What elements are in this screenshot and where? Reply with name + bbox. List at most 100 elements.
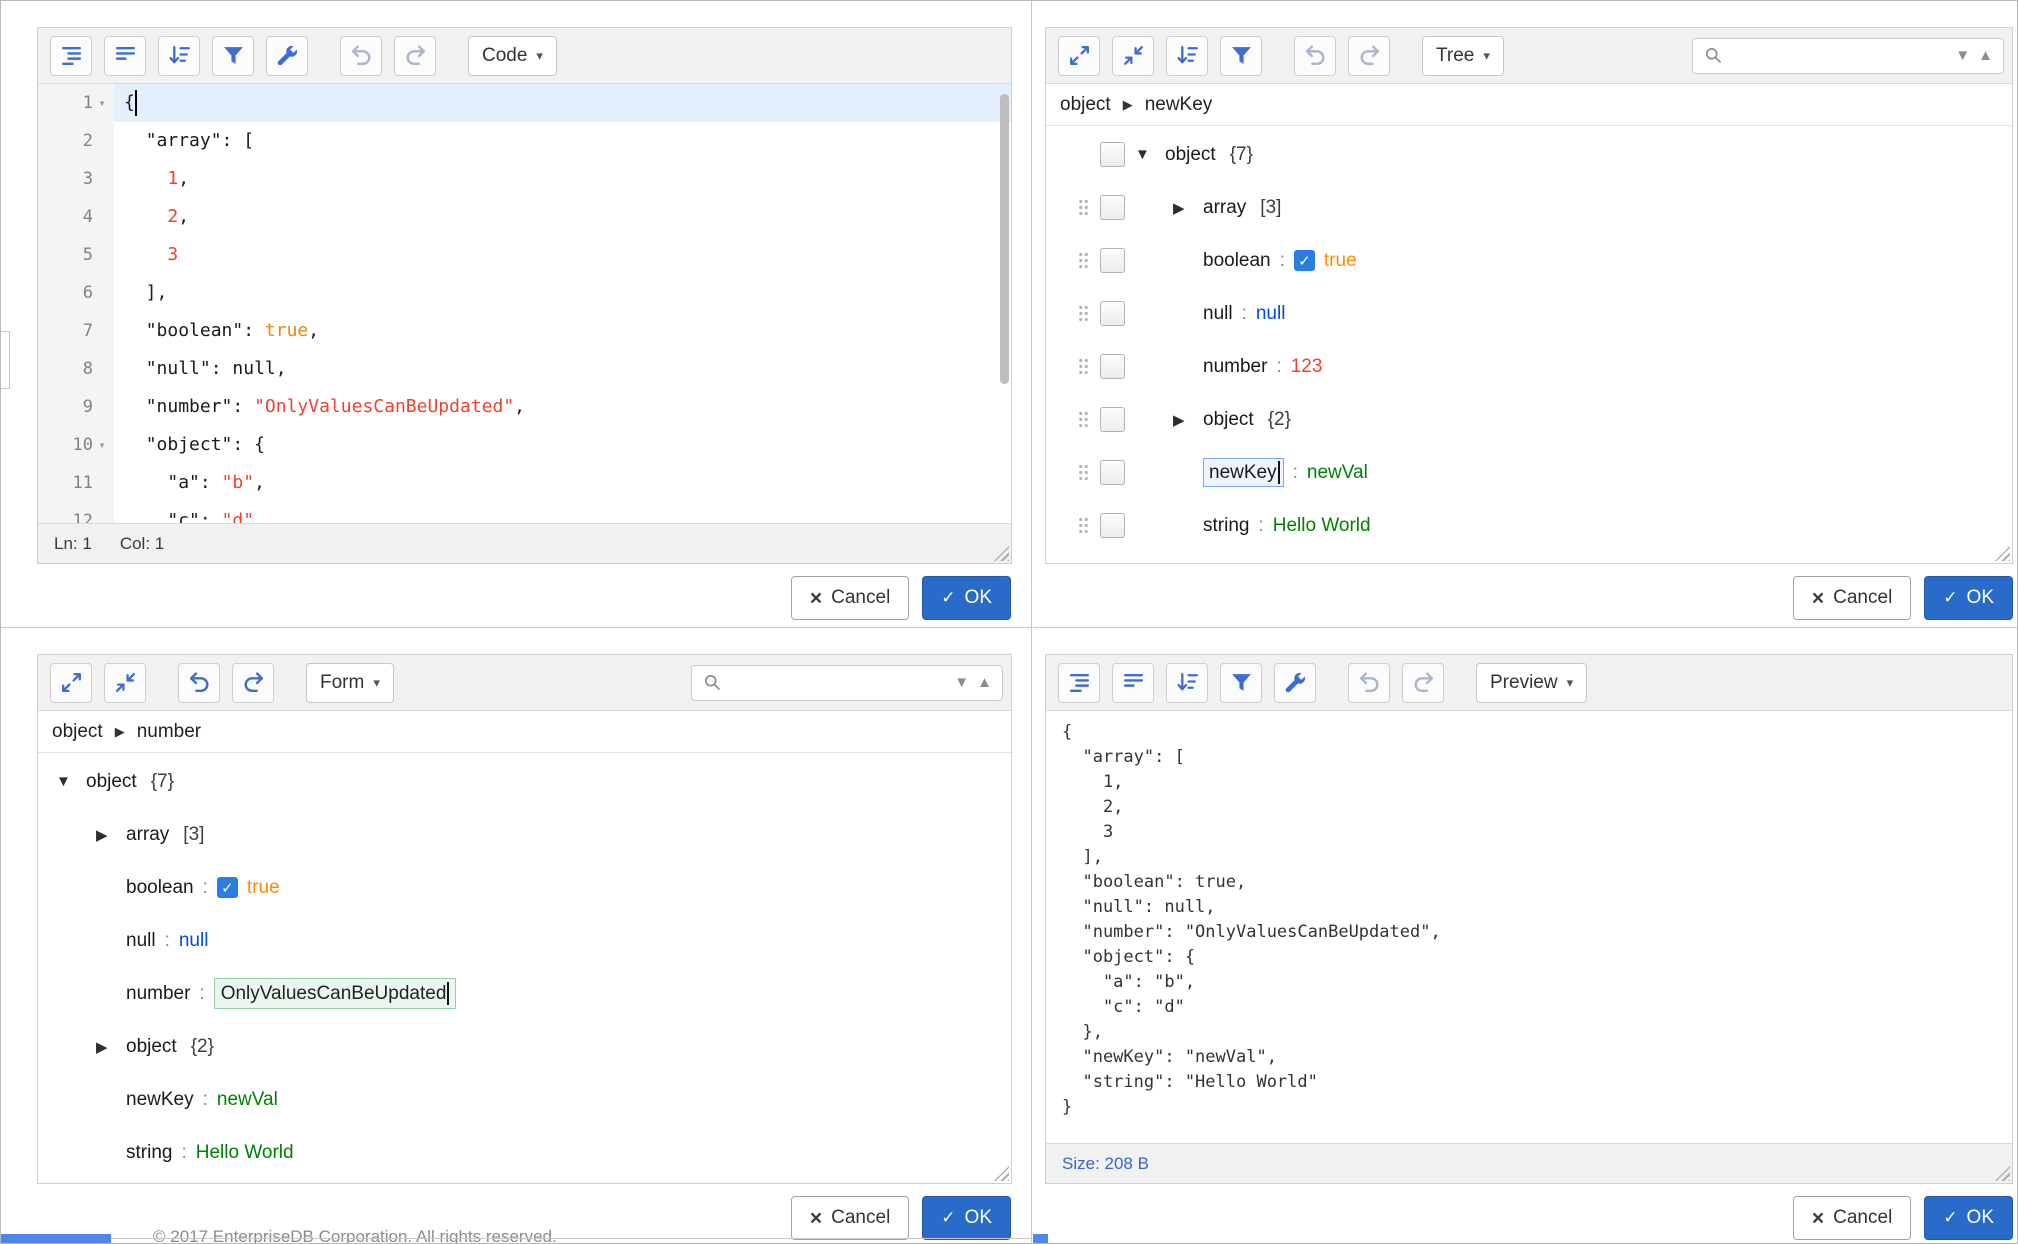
checkbox-checked[interactable]: ✓ — [1294, 250, 1315, 271]
node-value[interactable]: true — [1324, 250, 1357, 272]
repair-button[interactable] — [1274, 663, 1316, 703]
node-field[interactable]: object — [86, 771, 137, 793]
node-field[interactable]: object — [1203, 409, 1254, 431]
drag-handle-icon[interactable] — [1068, 463, 1098, 482]
field-edit-box[interactable]: newKey — [1203, 458, 1284, 487]
vertical-scrollbar[interactable] — [998, 84, 1011, 523]
compact-button[interactable] — [1112, 663, 1154, 703]
format-button[interactable] — [1058, 663, 1100, 703]
node-menu-button[interactable] — [1100, 248, 1125, 273]
node-menu-button[interactable] — [1100, 407, 1125, 432]
collapse-all-button[interactable] — [104, 663, 146, 703]
undo-button[interactable] — [340, 36, 382, 76]
node-field[interactable]: array — [126, 824, 169, 846]
code-line[interactable]: "a": "b", — [114, 464, 1011, 502]
node-menu-button[interactable] — [1100, 460, 1125, 485]
code-line[interactable]: "c": "d" — [114, 502, 1011, 523]
drag-handle-icon[interactable] — [1068, 357, 1098, 376]
drag-handle-icon[interactable] — [1068, 304, 1098, 323]
cancel-button[interactable]: ×Cancel — [1793, 1196, 1911, 1240]
drag-handle-icon[interactable] — [1068, 516, 1098, 535]
redo-button[interactable] — [394, 36, 436, 76]
collapse-all-button[interactable] — [1112, 36, 1154, 76]
sort-button[interactable] — [158, 36, 200, 76]
breadcrumb-current[interactable]: number — [137, 721, 201, 743]
sort-button[interactable] — [1166, 36, 1208, 76]
node-field[interactable]: newKey — [1209, 462, 1277, 484]
node-field[interactable]: object — [1165, 144, 1216, 166]
expand-all-button[interactable] — [1058, 36, 1100, 76]
sort-button[interactable] — [1166, 663, 1208, 703]
node-field[interactable]: null — [1203, 303, 1233, 325]
filter-button[interactable] — [1220, 663, 1262, 703]
fold-caret-icon[interactable]: ▾ — [95, 84, 109, 122]
fold-caret-icon[interactable]: ▾ — [95, 426, 109, 464]
code-line[interactable]: 3 — [114, 236, 1011, 274]
compact-button[interactable] — [104, 36, 146, 76]
mode-dropdown-preview[interactable]: Preview ▾ — [1476, 663, 1587, 703]
checkbox-checked[interactable]: ✓ — [217, 877, 238, 898]
node-field[interactable]: number — [126, 983, 190, 1005]
ok-button[interactable]: ✓OK — [1924, 576, 2013, 620]
node-field[interactable]: array — [1203, 197, 1246, 219]
node-menu-button[interactable] — [1100, 195, 1125, 220]
node-menu-button[interactable] — [1100, 142, 1125, 167]
undo-button[interactable] — [178, 663, 220, 703]
search-input[interactable] — [1732, 46, 1947, 66]
ok-button[interactable]: ✓OK — [922, 576, 1011, 620]
ok-button[interactable]: ✓OK — [922, 1196, 1011, 1240]
node-value[interactable]: true — [247, 877, 280, 899]
breadcrumb-root[interactable]: object — [1060, 94, 1111, 116]
breadcrumb-current[interactable]: newKey — [1145, 94, 1213, 116]
node-value[interactable]: 123 — [1291, 356, 1323, 378]
code-line[interactable]: "array": [ — [114, 122, 1011, 160]
node-field[interactable]: object — [126, 1036, 177, 1058]
cancel-button[interactable]: ×Cancel — [1793, 576, 1911, 620]
undo-button[interactable] — [1294, 36, 1336, 76]
node-value[interactable]: OnlyValuesCanBeUpdated — [221, 983, 447, 1005]
search-input[interactable] — [731, 673, 946, 693]
scrollbar-thumb[interactable] — [1000, 94, 1009, 384]
breadcrumb-root[interactable]: object — [52, 721, 103, 743]
search-prev-icon[interactable]: ▲ — [1978, 48, 1993, 63]
collapse-triangle-icon[interactable]: ▼ — [52, 773, 86, 790]
node-field[interactable]: newKey — [126, 1089, 194, 1111]
expand-triangle-icon[interactable]: ▶ — [1169, 199, 1203, 217]
mode-dropdown-code[interactable]: Code ▾ — [468, 36, 557, 76]
format-button[interactable] — [50, 36, 92, 76]
node-field[interactable]: number — [1203, 356, 1267, 378]
drag-handle-icon[interactable] — [1068, 251, 1098, 270]
preview-content[interactable]: { "array": [ 1, 2, 3 ], "boolean": true,… — [1046, 711, 2012, 1143]
node-field[interactable]: string — [1203, 515, 1249, 537]
code-line[interactable]: "object": { — [114, 426, 1011, 464]
collapse-triangle-icon[interactable]: ▼ — [1131, 146, 1165, 163]
node-menu-button[interactable] — [1100, 301, 1125, 326]
node-menu-button[interactable] — [1100, 513, 1125, 538]
filter-button[interactable] — [1220, 36, 1262, 76]
filter-button[interactable] — [212, 36, 254, 76]
code-line[interactable]: 2, — [114, 198, 1011, 236]
drag-handle-icon[interactable] — [1068, 198, 1098, 217]
redo-button[interactable] — [232, 663, 274, 703]
node-field[interactable]: boolean — [1203, 250, 1271, 272]
cancel-button[interactable]: ×Cancel — [791, 576, 909, 620]
repair-button[interactable] — [266, 36, 308, 76]
search-prev-icon[interactable]: ▲ — [977, 675, 992, 690]
node-value[interactable]: newVal — [1307, 462, 1368, 484]
node-value[interactable]: newVal — [217, 1089, 278, 1111]
node-value[interactable]: Hello World — [196, 1142, 294, 1164]
node-value[interactable]: null — [1256, 303, 1286, 325]
node-menu-button[interactable] — [1100, 354, 1125, 379]
node-value[interactable]: null — [179, 930, 209, 952]
code-line[interactable]: 1, — [114, 160, 1011, 198]
value-edit-box[interactable]: OnlyValuesCanBeUpdated — [214, 978, 457, 1009]
mode-dropdown-form[interactable]: Form ▾ — [306, 663, 394, 703]
node-value[interactable]: Hello World — [1273, 515, 1371, 537]
expand-all-button[interactable] — [50, 663, 92, 703]
expand-triangle-icon[interactable]: ▶ — [1169, 411, 1203, 429]
expand-triangle-icon[interactable]: ▶ — [92, 1038, 126, 1056]
code-line[interactable]: ], — [114, 274, 1011, 312]
ok-button[interactable]: ✓OK — [1924, 1196, 2013, 1240]
code-line[interactable]: "boolean": true, — [114, 312, 1011, 350]
mode-dropdown-tree[interactable]: Tree ▾ — [1422, 36, 1504, 76]
